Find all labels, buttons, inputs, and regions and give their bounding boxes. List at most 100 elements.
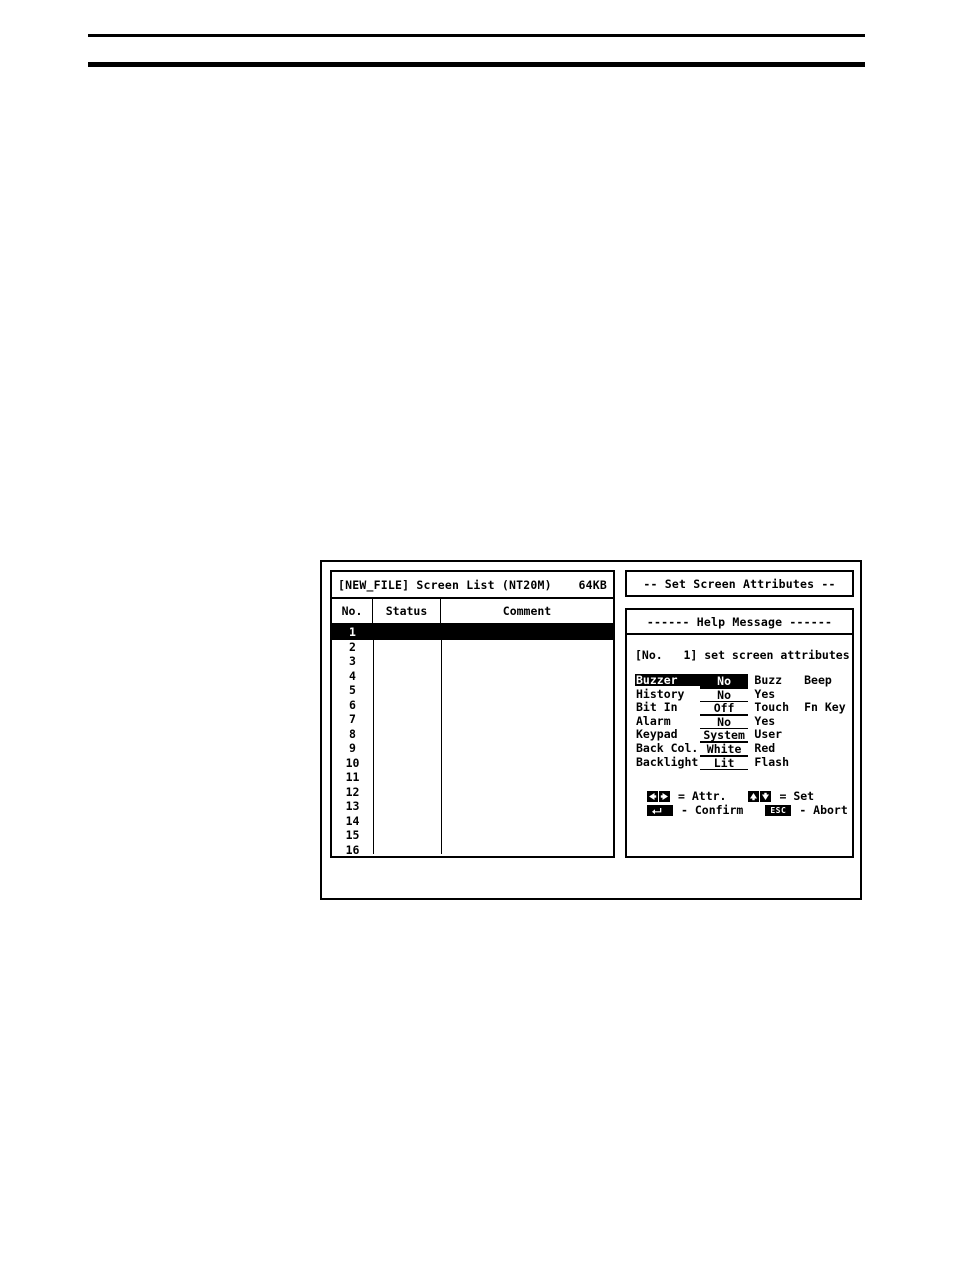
help-message-title: ------ Help Message ------ [627, 610, 852, 635]
attribute-label: Alarm [636, 713, 671, 728]
down-arrow-key-icon [760, 790, 772, 802]
table-row[interactable]: 13 [332, 799, 613, 814]
row-number: 4 [349, 668, 356, 683]
attribute-row[interactable]: Backlight Lit Flash [635, 754, 846, 770]
row-number: 16 [345, 842, 360, 857]
attribute-option[interactable]: Red [754, 742, 800, 754]
row-number: 13 [345, 799, 360, 813]
memory-size-label: 64KB [578, 577, 607, 592]
screen-list-panel: [NEW_FILE] Screen List (NT20M) 64KB No. … [330, 570, 615, 858]
up-arrow-key-icon [748, 790, 760, 802]
legend-attr-group: = Attr. [647, 790, 726, 802]
screen-list-body[interactable]: 1 2 3 4 5 6 7 8 9 10 11 12 13 14 15 16 [332, 625, 613, 857]
attribute-option[interactable]: Yes [754, 715, 800, 727]
row-number: 12 [345, 784, 360, 799]
terminal-window: [NEW_FILE] Screen List (NT20M) 64KB No. … [320, 560, 862, 900]
attribute-row[interactable]: Bit In Off Touch Fn Key [635, 700, 846, 716]
esc-key-icon: ESC [765, 804, 792, 816]
screen-list-titlebar: [NEW_FILE] Screen List (NT20M) 64KB [332, 572, 613, 599]
set-screen-attributes-title: -- Set Screen Attributes -- [625, 570, 854, 597]
screen-list-title: [NEW_FILE] Screen List (NT20M) [338, 577, 552, 592]
attribute-value[interactable]: White [699, 741, 749, 756]
help-message-body: [No. 1] set screen attributes Buzzer No Bu… [627, 635, 852, 817]
attribute-row[interactable]: Buzzer No Buzz Beep [635, 674, 846, 688]
table-row[interactable]: 9 [332, 741, 613, 756]
row-number: 3 [349, 654, 356, 668]
legend-row-top: = Attr. = Set [647, 789, 846, 803]
column-divider-no [373, 625, 374, 854]
page-header-rule-top [88, 34, 865, 37]
table-row[interactable]: 4 [332, 669, 613, 684]
left-arrow-key-icon [647, 790, 658, 802]
attribute-value[interactable]: Off [699, 701, 749, 716]
attribute-option[interactable]: Touch [754, 701, 800, 713]
table-row[interactable]: 6 [332, 698, 613, 713]
row-number: 9 [349, 741, 356, 755]
attribute-option[interactable]: Fn Key [800, 701, 846, 713]
right-arrow-key-icon [659, 790, 670, 802]
legend-confirm-group: - Confirm [647, 804, 743, 816]
table-row[interactable]: 8 [332, 727, 613, 742]
attribute-label: History [636, 686, 685, 701]
legend-set-label: = Set [779, 789, 815, 804]
column-header-status: Status [373, 599, 441, 623]
table-row[interactable]: 12 [332, 785, 613, 800]
attribute-row[interactable]: Keypad System User [635, 728, 846, 743]
attribute-row[interactable]: Alarm No Yes [635, 713, 846, 729]
row-number: 7 [349, 712, 356, 726]
legend-abort-label: - Abort [799, 803, 848, 818]
row-number: 10 [345, 755, 360, 770]
table-row[interactable]: 10 [332, 756, 613, 771]
table-row[interactable]: 11 [332, 770, 613, 785]
attribute-label: Back Col. [636, 740, 699, 755]
attribute-row[interactable]: Back Col. White Red [635, 740, 846, 756]
attribute-option[interactable]: User [754, 728, 800, 740]
attribute-row[interactable]: History No Yes [635, 686, 846, 702]
row-number: 5 [349, 683, 356, 697]
attributes-pane: -- Set Screen Attributes -- ------ Help … [625, 570, 854, 858]
attribute-value[interactable]: No [699, 674, 749, 688]
page-header-rule-bottom [88, 62, 865, 67]
attribute-option[interactable]: Yes [754, 688, 800, 700]
key-legend: = Attr. = Set - Confirm ESC - Abort [633, 789, 848, 818]
attribute-option[interactable]: Buzz [754, 674, 800, 686]
table-row[interactable]: 1 [332, 625, 613, 640]
screen-list-rows: 1 2 3 4 5 6 7 8 9 10 11 12 13 14 15 16 [332, 625, 613, 857]
row-number: 11 [345, 770, 360, 784]
attribute-option[interactable]: Flash [754, 756, 800, 768]
attribute-value[interactable]: No [699, 687, 749, 702]
attribute-value[interactable]: No [699, 714, 749, 729]
attribute-rows: Buzzer No Buzz Beep History No Yes Bit In Off Tou… [633, 674, 846, 770]
legend-confirm-label: - Confirm [681, 803, 744, 818]
current-screen-line: [No. 1] set screen attributes [635, 648, 850, 662]
row-number: 1 [349, 625, 356, 639]
column-header-comment: Comment [502, 604, 552, 618]
attribute-option[interactable]: Beep [800, 674, 846, 686]
attribute-label: Bit In [636, 700, 678, 715]
attribute-label: Buzzer [635, 674, 700, 686]
attribute-value[interactable]: System [699, 728, 749, 743]
table-row[interactable]: 2 [332, 640, 613, 655]
row-number: 14 [345, 813, 360, 828]
row-number: 15 [345, 828, 360, 842]
legend-abort-group: ESC - Abort [765, 803, 848, 818]
attribute-label: Backlight [636, 754, 699, 769]
help-message-box: ------ Help Message ------ [No. 1] set s… [625, 608, 854, 858]
row-number: 6 [349, 697, 356, 712]
column-divider-status [441, 625, 442, 854]
enter-key-icon [647, 804, 673, 816]
screen-list-column-headers: No. Status Comment [332, 599, 613, 625]
row-number: 2 [349, 639, 356, 654]
row-number: 8 [349, 726, 356, 741]
table-row[interactable]: 15 [332, 828, 613, 843]
table-row[interactable]: 5 [332, 683, 613, 698]
legend-attr-label: = Attr. [678, 789, 727, 804]
table-row[interactable]: 7 [332, 712, 613, 727]
attribute-value[interactable]: Lit [699, 755, 749, 770]
table-row[interactable]: 16 [332, 843, 613, 858]
legend-set-group: = Set [748, 790, 814, 802]
table-row[interactable]: 3 [332, 654, 613, 669]
table-row[interactable]: 14 [332, 814, 613, 829]
legend-row-bottom: - Confirm ESC - Abort [647, 803, 848, 818]
column-header-no: No. [332, 599, 373, 623]
